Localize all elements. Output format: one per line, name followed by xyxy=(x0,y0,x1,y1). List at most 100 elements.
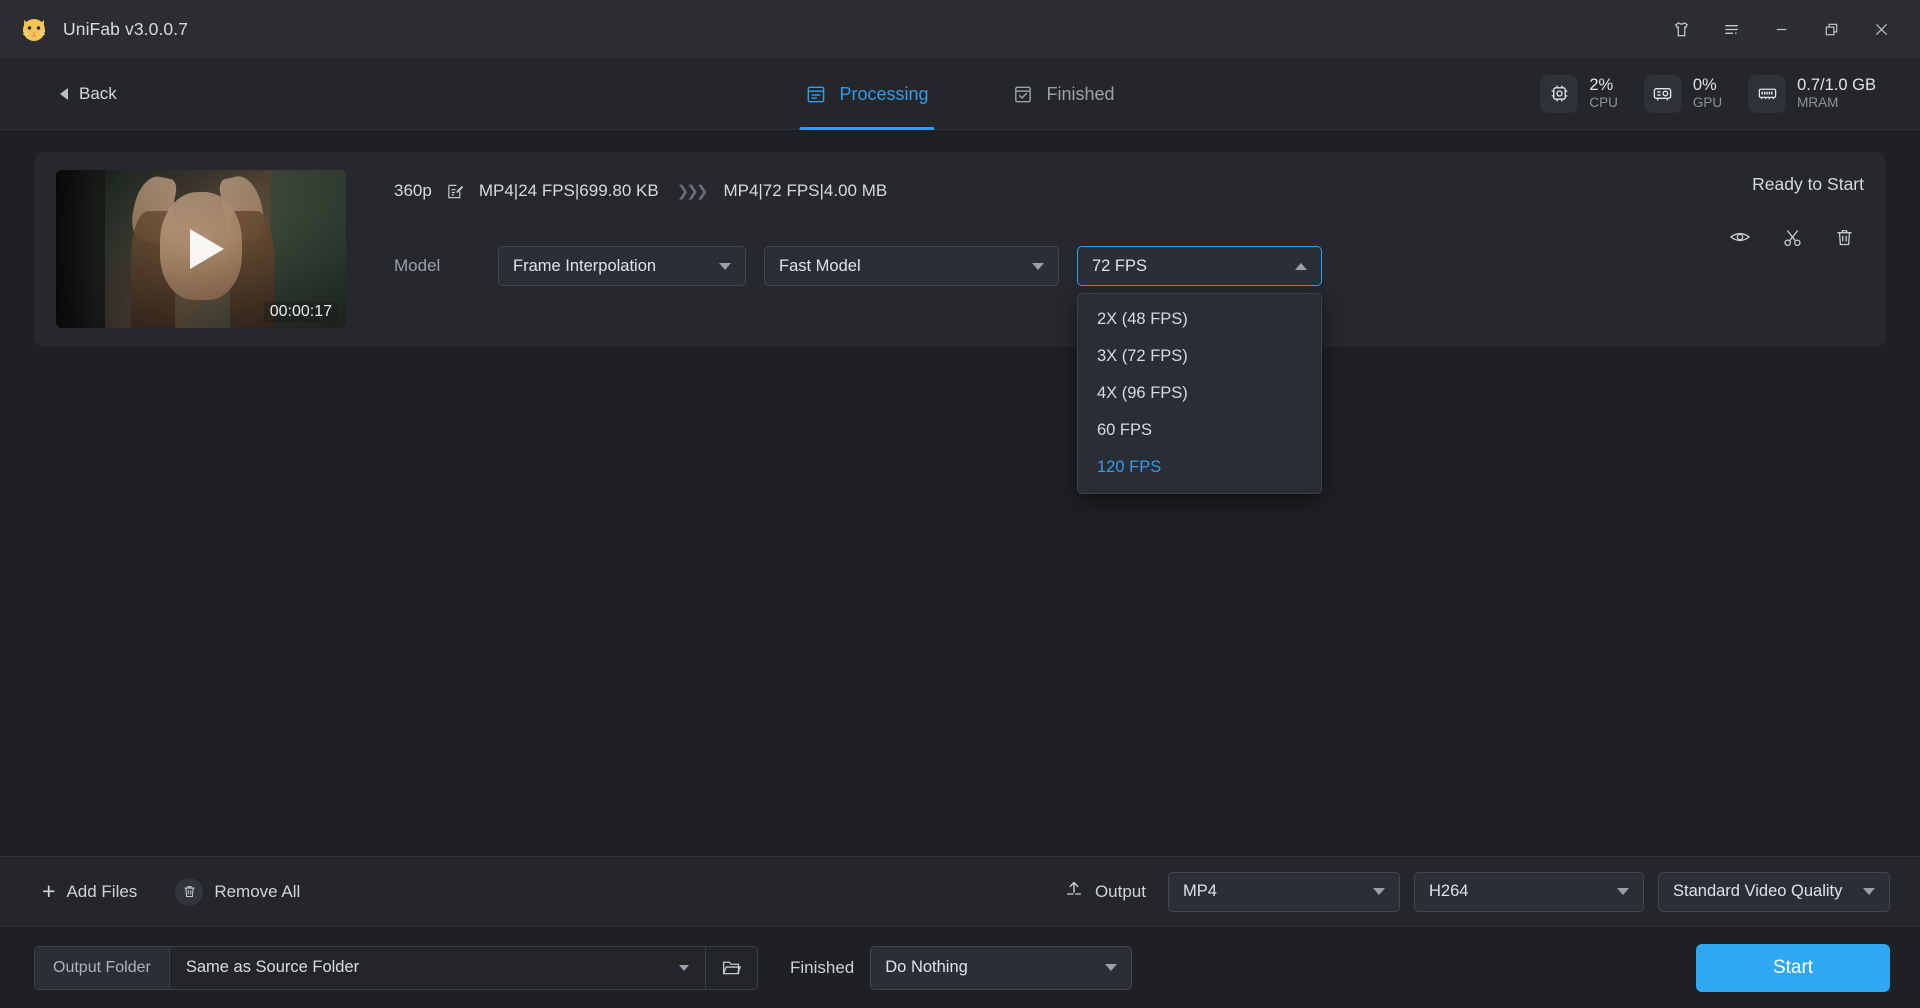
output-quality-select[interactable]: Standard Video Quality xyxy=(1658,871,1890,912)
chevron-up-icon xyxy=(1295,262,1307,270)
minimize-icon[interactable] xyxy=(1756,7,1806,51)
fps-option-2x[interactable]: 2X (48 FPS) xyxy=(1078,301,1321,338)
trash-icon xyxy=(175,877,204,906)
tab-processing-label: Processing xyxy=(839,83,929,104)
menu-icon[interactable] xyxy=(1706,7,1756,51)
stat-cpu-text: 2% CPU xyxy=(1589,76,1618,111)
chevron-down-icon xyxy=(1863,888,1875,895)
stat-cpu-value: 2% xyxy=(1589,75,1614,94)
output-folder-select[interactable]: Same as Source Folder xyxy=(169,946,705,989)
start-button-label: Start xyxy=(1772,956,1814,978)
fps-option-120[interactable]: 120 FPS xyxy=(1078,449,1321,486)
output-container-select[interactable]: MP4 xyxy=(1168,871,1400,912)
stat-gpu: 0% GPU xyxy=(1643,74,1722,113)
plus-icon: + xyxy=(42,878,56,904)
fps-select[interactable]: 72 FPS 2X (48 FPS) 3X (72 FPS) 4X (96 FP… xyxy=(1077,246,1322,494)
add-files-button[interactable]: + Add Files xyxy=(34,874,145,909)
nav-bar: Back Processing Finished 2% CPU 0% GPU 0… xyxy=(0,58,1920,130)
output-settings: Output MP4 H264 Standard Video Quality xyxy=(1064,871,1890,912)
chevron-down-icon xyxy=(719,262,731,270)
model-settings-row: Model Frame Interpolation Fast Model 72 … xyxy=(394,246,1720,494)
start-button[interactable]: Start xyxy=(1696,943,1890,992)
stat-gpu-value: 0% xyxy=(1692,75,1717,94)
unifab-window: UniFab v3.0.0.7 Back Processing Finished… xyxy=(0,0,1920,1008)
tab-processing[interactable]: Processing xyxy=(799,58,935,130)
fps-option-3x[interactable]: 3X (72 FPS) xyxy=(1078,338,1321,375)
video-duration: 00:00:17 xyxy=(263,302,338,322)
chevron-down-icon xyxy=(1032,262,1044,270)
output-folder-control: Output Folder Same as Source Folder xyxy=(34,945,758,990)
footer-bar: Output Folder Same as Source Folder Fini… xyxy=(0,926,1920,1008)
back-arrow-icon xyxy=(60,87,68,100)
window-controls xyxy=(1656,7,1906,51)
output-label-group: Output xyxy=(1064,879,1146,904)
finished-icon xyxy=(1013,84,1034,105)
output-codec-value: H264 xyxy=(1429,882,1469,900)
file-info-row: 360p MP4|24 FPS|699.80 KB ❯❯❯ MP4|72 FPS… xyxy=(394,174,1720,208)
edit-icon[interactable] xyxy=(446,182,465,201)
stat-mram-text: 0.7/1.0 GB MRAM xyxy=(1797,76,1876,111)
fps-option-4x[interactable]: 4X (96 FPS) xyxy=(1078,375,1321,412)
source-file-info: MP4|24 FPS|699.80 KB xyxy=(478,181,659,200)
back-button[interactable]: Back xyxy=(44,76,133,112)
video-thumbnail[interactable]: 00:00:17 xyxy=(56,170,346,328)
speed-model-select[interactable]: Fast Model xyxy=(764,246,1059,286)
chevron-down-icon xyxy=(679,964,689,971)
remove-all-button[interactable]: Remove All xyxy=(167,872,308,912)
output-folder-label: Output Folder xyxy=(35,946,170,989)
preview-icon[interactable] xyxy=(1720,217,1760,257)
processing-icon xyxy=(805,84,826,105)
cpu-icon xyxy=(1540,74,1579,113)
stat-mram-value: 0.7/1.0 GB xyxy=(1797,75,1876,94)
chevrons-right-icon: ❯❯❯ xyxy=(676,183,709,200)
target-file-info: MP4|72 FPS|4.00 MB xyxy=(723,181,888,200)
theme-icon[interactable] xyxy=(1656,7,1706,51)
file-action-buttons xyxy=(1720,217,1864,257)
stat-mram: 0.7/1.0 GB MRAM xyxy=(1748,74,1876,113)
mram-icon xyxy=(1748,74,1787,113)
video-resolution: 360p xyxy=(394,181,432,200)
file-card-body: 360p MP4|24 FPS|699.80 KB ❯❯❯ MP4|72 FPS… xyxy=(346,170,1720,494)
folder-open-icon[interactable] xyxy=(705,946,757,989)
output-container-value: MP4 xyxy=(1183,882,1217,900)
finished-action-value: Do Nothing xyxy=(885,958,968,976)
model-select-value: Frame Interpolation xyxy=(513,256,657,275)
upload-icon xyxy=(1064,879,1084,904)
delete-trash-icon[interactable] xyxy=(1824,217,1864,257)
finished-action-select[interactable]: Do Nothing xyxy=(870,945,1133,990)
speed-model-select-value: Fast Model xyxy=(779,256,861,275)
fps-dropdown-menu: 2X (48 FPS) 3X (72 FPS) 4X (96 FPS) 60 F… xyxy=(1077,293,1322,494)
model-select[interactable]: Frame Interpolation xyxy=(498,246,746,286)
file-card: 00:00:17 360p MP4|24 FPS|699.80 KB ❯❯❯ M… xyxy=(34,152,1886,494)
output-label: Output xyxy=(1094,881,1146,901)
status-badge: Ready to Start xyxy=(1752,174,1864,194)
stat-mram-label: MRAM xyxy=(1797,95,1839,111)
play-icon[interactable] xyxy=(190,229,224,269)
chevron-down-icon xyxy=(1617,888,1629,895)
output-folder-value: Same as Source Folder xyxy=(185,958,360,976)
output-codec-select[interactable]: H264 xyxy=(1414,871,1644,912)
remove-all-label: Remove All xyxy=(214,881,301,901)
tab-bar: Processing Finished xyxy=(799,58,1120,130)
add-files-label: Add Files xyxy=(66,881,138,901)
stat-gpu-text: 0% GPU xyxy=(1693,76,1722,111)
stat-cpu: 2% CPU xyxy=(1540,74,1618,113)
close-icon[interactable] xyxy=(1856,7,1906,51)
maximize-icon[interactable] xyxy=(1806,7,1856,51)
output-quality-value: Standard Video Quality xyxy=(1673,882,1843,900)
tab-finished[interactable]: Finished xyxy=(1007,58,1121,130)
gpu-icon xyxy=(1643,74,1682,113)
output-toolbar: + Add Files Remove All Output MP4 H264 S… xyxy=(0,856,1920,926)
main-content: 00:00:17 360p MP4|24 FPS|699.80 KB ❯❯❯ M… xyxy=(0,130,1920,856)
trim-scissors-icon[interactable] xyxy=(1772,217,1812,257)
cat-logo-icon xyxy=(18,13,50,45)
tab-finished-label: Finished xyxy=(1046,83,1115,104)
fps-option-60[interactable]: 60 FPS xyxy=(1078,412,1321,449)
stat-cpu-label: CPU xyxy=(1589,95,1618,111)
system-stats: 2% CPU 0% GPU 0.7/1.0 GB MRAM xyxy=(1540,74,1876,113)
finished-action-label: Finished xyxy=(790,957,855,977)
back-label: Back xyxy=(79,83,117,103)
model-label: Model xyxy=(394,256,441,275)
chevron-down-icon xyxy=(1373,888,1385,895)
title-bar: UniFab v3.0.0.7 xyxy=(0,0,1920,58)
